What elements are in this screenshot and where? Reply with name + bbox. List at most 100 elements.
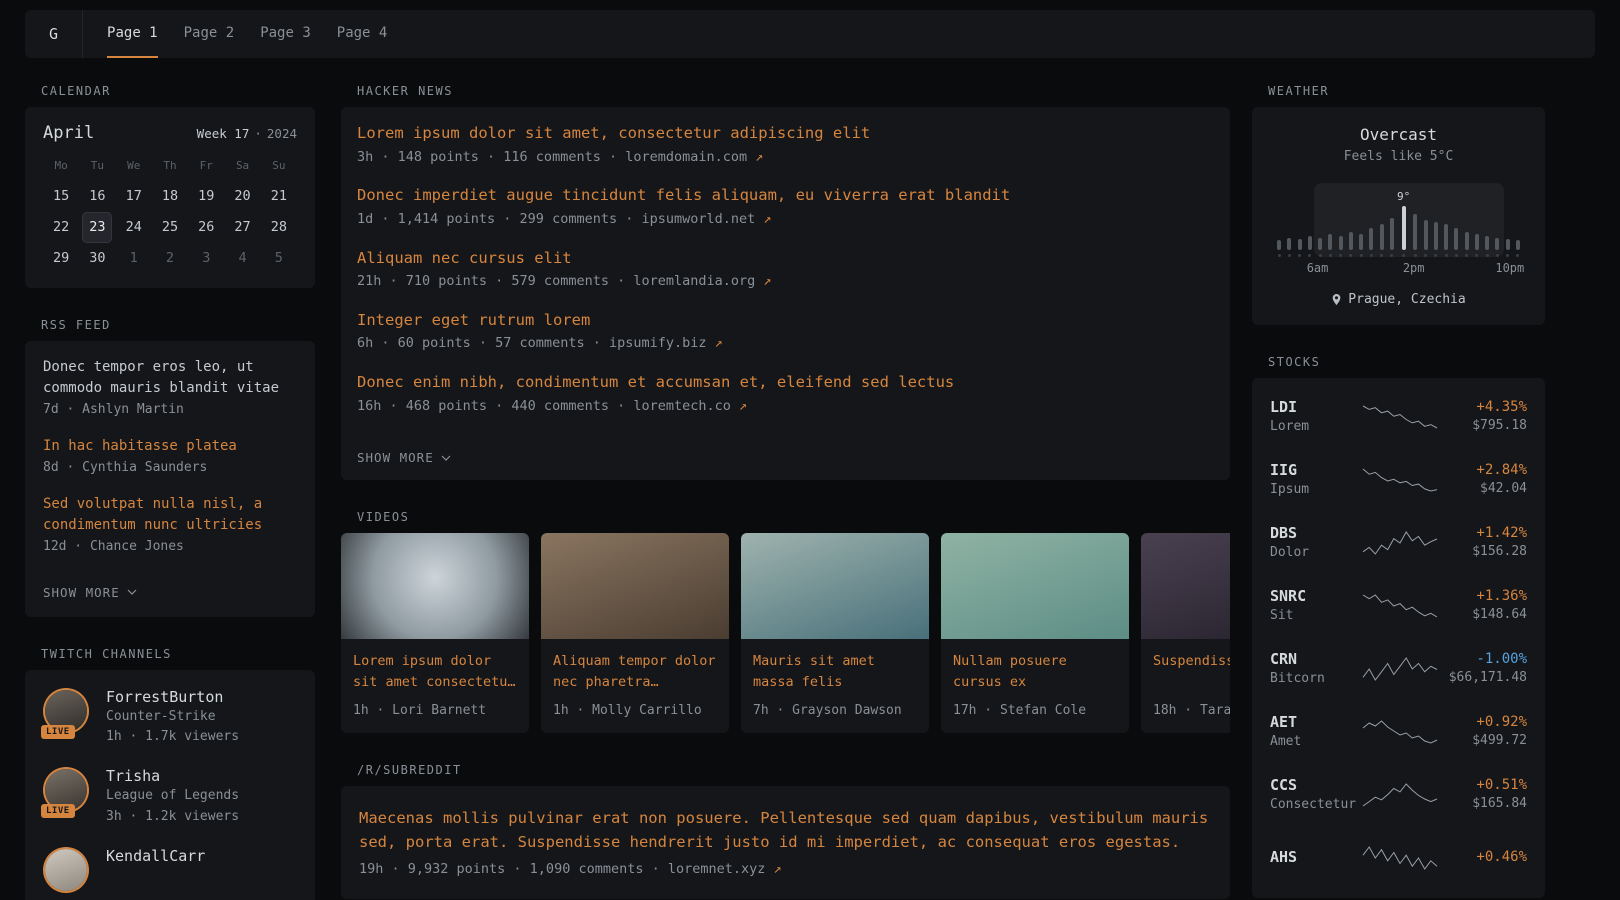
video-title[interactable]: Suspendisse diam [1153, 651, 1230, 692]
weather-hour-column [1387, 183, 1397, 257]
avatar [43, 847, 91, 895]
weather-hour-column [1284, 183, 1294, 257]
external-link-icon[interactable]: ↗ [774, 861, 782, 877]
rss-item[interactable]: In hac habitasse platea 8d · Cynthia Sau… [43, 436, 297, 478]
stock-change: +0.92% [1439, 714, 1527, 730]
video-title[interactable]: Nullam posuere cursus ex [953, 651, 1117, 692]
external-link-icon[interactable]: ↗ [715, 335, 723, 351]
stock-price: $156.28 [1439, 543, 1527, 562]
video-title[interactable]: Aliquam tempor dolor nec pharetra… [553, 651, 717, 692]
hn-show-more-button[interactable]: SHOW MORE [357, 450, 451, 465]
video-card[interactable]: Nullam posuere cursus ex 17h · Stefan Co… [941, 533, 1129, 732]
hn-story: Donec imperdiet augue tincidunt felis al… [357, 185, 1214, 229]
rss-item-title[interactable]: Donec tempor eros leo, ut commodo mauris… [43, 357, 297, 399]
header-tab[interactable]: Page 4 [337, 10, 388, 58]
external-link-icon[interactable]: ↗ [763, 273, 771, 289]
calendar-dayname: Tu [79, 155, 115, 176]
stock-ticker: CCS [1270, 776, 1360, 794]
stock-ticker: AHS [1270, 848, 1360, 866]
video-card[interactable]: Lorem ipsum dolor sit amet consectetu… 1… [341, 533, 529, 732]
logo[interactable]: G [25, 10, 82, 58]
video-thumbnail[interactable] [541, 533, 729, 639]
external-link-icon[interactable]: ↗ [755, 149, 763, 165]
weather-time-label: 6am [1307, 261, 1329, 275]
weather-condition: Overcast [1272, 125, 1525, 144]
middle-column: HACKER NEWS Lorem ipsum dolor sit amet, … [341, 84, 1230, 899]
hn-story: Lorem ipsum dolor sit amet, consectetur … [357, 123, 1214, 167]
weather-hour-dot [1424, 254, 1427, 257]
rss-item[interactable]: Donec tempor eros leo, ut commodo mauris… [43, 357, 297, 420]
weather-hour-dot [1516, 254, 1519, 257]
channel-game[interactable]: League of Legends [106, 787, 239, 806]
weather-bar [1318, 238, 1322, 250]
twitch-channel-row[interactable]: KendallCarr [43, 847, 297, 895]
header-tab[interactable]: Page 3 [260, 10, 311, 58]
video-thumbnail[interactable] [341, 533, 529, 639]
hn-story-title[interactable]: Aliquam nec cursus elit [357, 248, 1214, 270]
hacker-news-section: HACKER NEWS Lorem ipsum dolor sit amet, … [341, 84, 1230, 480]
show-more-label: SHOW MORE [357, 450, 434, 465]
calendar-daynames-row: Mo Tu We Th Fr Sa Su [43, 155, 297, 176]
weather-time-labels: 6am2pm10pm [1272, 261, 1525, 276]
channel-name[interactable]: ForrestBurton [106, 688, 239, 706]
tab-label: Page 3 [260, 25, 311, 41]
calendar-date: 3 [191, 243, 221, 274]
hn-story-title[interactable]: Donec imperdiet augue tincidunt felis al… [357, 185, 1214, 207]
hn-story-meta: 21h · 710 points · 579 comments · loreml… [357, 272, 1214, 292]
channel-name[interactable]: Trisha [106, 767, 239, 785]
twitch-section: TWITCH CHANNELS LIVE ForrestBurton Count… [25, 647, 315, 900]
twitch-channel-row[interactable]: LIVE Trisha League of Legends 3h · 1.2k … [43, 767, 297, 827]
hn-story-meta: 3h · 148 points · 116 comments · loremdo… [357, 148, 1214, 168]
section-title-subreddit: /R/SUBREDDIT [357, 763, 1230, 777]
stock-price: $66,171.48 [1439, 669, 1527, 688]
rss-item-meta: 12d · Chance Jones [43, 538, 297, 557]
hn-story: Aliquam nec cursus elit 21h · 710 points… [357, 248, 1214, 292]
rss-item-title[interactable]: Sed volutpat nulla nisl, a condimentum n… [43, 494, 297, 536]
weather-location: Prague, Czechia [1272, 292, 1525, 307]
weather-hour-column [1346, 183, 1356, 257]
video-card[interactable]: Mauris sit amet massa felis 7h · Grayson… [741, 533, 929, 732]
page-tabs: Page 1 Page 2 Page 3 Page 4 [107, 10, 387, 58]
calendar-date: 19 [191, 181, 221, 212]
video-title[interactable]: Mauris sit amet massa felis [753, 651, 917, 692]
video-thumbnail[interactable] [741, 533, 929, 639]
video-thumbnail[interactable] [1141, 533, 1230, 639]
videos-row: Lorem ipsum dolor sit amet consectetu… 1… [341, 533, 1230, 732]
hn-story-title[interactable]: Donec enim nibh, condimentum et accumsan… [357, 372, 1214, 394]
weather-bar [1454, 228, 1458, 250]
video-thumbnail[interactable] [941, 533, 1129, 639]
video-meta: 18h · Tara [1153, 702, 1230, 721]
rss-item-title[interactable]: In hac habitasse platea [43, 436, 297, 457]
video-title[interactable]: Lorem ipsum dolor sit amet consectetu… [353, 651, 517, 692]
chevron-down-icon [441, 455, 451, 461]
stock-price: $165.84 [1439, 795, 1527, 814]
stock-price: $42.04 [1439, 480, 1527, 499]
header-tab[interactable]: Page 1 [107, 10, 158, 58]
rss-show-more-button[interactable]: SHOW MORE [43, 585, 137, 600]
video-card[interactable]: Aliquam tempor dolor nec pharetra… 1h · … [541, 533, 729, 732]
rss-list: Donec tempor eros leo, ut commodo mauris… [43, 357, 297, 557]
calendar-week-number: Week 17 [197, 126, 250, 141]
hn-story: Donec enim nibh, condimentum et accumsan… [357, 372, 1214, 416]
channel-game[interactable]: Counter-Strike [106, 708, 239, 727]
external-link-icon[interactable]: ↗ [763, 211, 771, 227]
rss-item[interactable]: Sed volutpat nulla nisl, a condimentum n… [43, 494, 297, 557]
stock-name: Sit [1270, 607, 1360, 626]
weather-time-label: 2pm [1403, 261, 1425, 275]
weather-bar [1495, 238, 1499, 250]
channel-name[interactable]: KendallCarr [106, 847, 205, 865]
stock-row: LDI Lorem +4.35% $795.18 [1270, 386, 1527, 449]
weather-hour-dot [1319, 254, 1322, 257]
twitch-channel-row[interactable]: LIVE ForrestBurton Counter-Strike 1h · 1… [43, 688, 297, 748]
weather-hour-dot [1465, 254, 1468, 257]
stock-name: Consectetur [1270, 796, 1360, 815]
reddit-post-title[interactable]: Maecenas mollis pulvinar erat non posuer… [359, 806, 1212, 854]
twitch-channel-list: LIVE ForrestBurton Counter-Strike 1h · 1… [43, 688, 297, 895]
separator-dot: · [254, 126, 262, 141]
header-tab[interactable]: Page 2 [184, 10, 235, 58]
weather-feels-like: Feels like 5°C [1272, 148, 1525, 167]
hn-story-title[interactable]: Lorem ipsum dolor sit amet, consectetur … [357, 123, 1214, 145]
external-link-icon[interactable]: ↗ [739, 398, 747, 414]
video-card[interactable]: Suspendisse diam 18h · Tara [1141, 533, 1230, 732]
hn-story-title[interactable]: Integer eget rutrum lorem [357, 310, 1214, 332]
